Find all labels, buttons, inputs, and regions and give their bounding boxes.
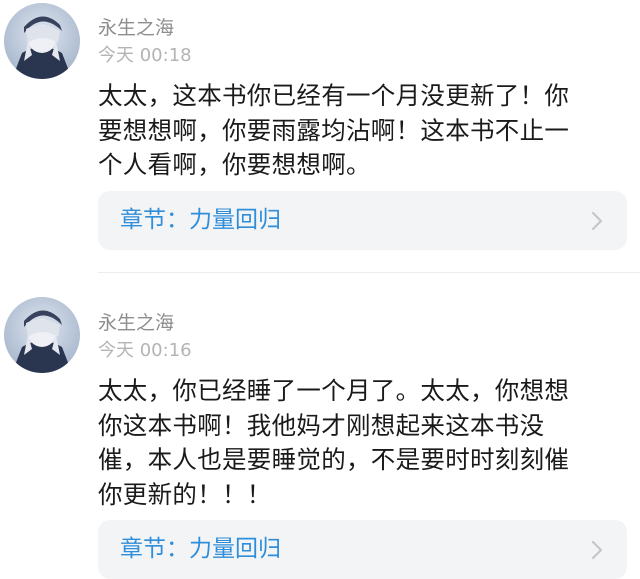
anime-avatar-icon <box>4 297 80 373</box>
comment-text-line: 太太，这本书你已经有一个月没更新了！你 <box>98 81 570 110</box>
username[interactable]: 永生之海 <box>98 16 174 40</box>
comment-text: 太太，这本书你已经有一个月没更新了！你 要想想啊，你要雨露均沾啊！这本书不止一 … <box>98 79 628 183</box>
comment-time: 今天 00:16 <box>98 340 192 361</box>
comment-text-line: 你这本书啊！我他妈才刚想起来这本书没 <box>98 410 545 440</box>
chapter-link-card[interactable]: 章节：力量回归 <box>98 191 627 250</box>
divider <box>98 272 640 273</box>
comment-time: 今天 00:18 <box>98 45 192 66</box>
comment-text-line: 要想想啊，你要雨露均沾啊！这本书不止一 <box>98 115 570 145</box>
avatar[interactable] <box>4 297 80 373</box>
chevron-right-icon <box>591 211 603 231</box>
anime-avatar-icon <box>4 3 80 79</box>
chapter-label: 章节：力量回归 <box>120 207 281 233</box>
comment-text-line: 个人看啊，你要想想啊。 <box>98 150 371 179</box>
comment-text-line: 你更新的！！！ <box>98 479 272 509</box>
avatar[interactable] <box>4 3 80 79</box>
chapter-label: 章节：力量回归 <box>120 536 281 562</box>
chevron-right-icon <box>591 540 603 560</box>
username[interactable]: 永生之海 <box>98 311 174 335</box>
comment-text-line: 太太，你已经睡了一个月了。太太，你想想 <box>98 376 570 405</box>
comment-text: 太太，你已经睡了一个月了。太太，你想想 你这本书啊！我他妈才刚想起来这本书没 催… <box>98 374 628 512</box>
chapter-link-card[interactable]: 章节：力量回归 <box>98 520 627 579</box>
comment-text-line: 催，本人也是要睡觉的，不是要时时刻刻催 <box>98 445 570 474</box>
